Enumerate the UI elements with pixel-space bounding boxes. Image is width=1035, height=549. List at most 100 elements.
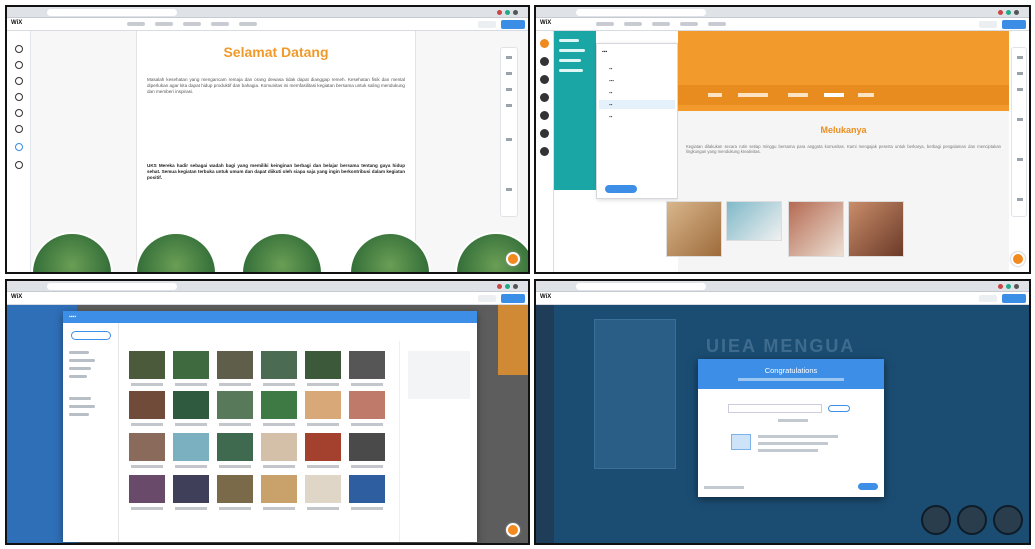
sidebar-link[interactable]	[69, 405, 95, 408]
gallery-photo[interactable]	[455, 232, 528, 272]
done-button[interactable]	[858, 483, 878, 490]
publish-button[interactable]	[1002, 294, 1026, 303]
menus-pages-icon[interactable]	[540, 39, 549, 48]
sidebar-link[interactable]	[69, 359, 95, 362]
media-thumbnail[interactable]	[349, 351, 385, 386]
gallery-photo[interactable]	[726, 201, 782, 241]
nav-link[interactable]	[738, 93, 768, 97]
address-bar[interactable]	[576, 9, 706, 16]
menu-item-selected[interactable]: ▪▪	[599, 100, 675, 109]
nav-link[interactable]	[708, 93, 722, 97]
gallery-photo[interactable]	[666, 201, 722, 257]
media-thumbnail[interactable]	[305, 351, 341, 386]
store-icon[interactable]	[540, 147, 549, 156]
media-thumbnail[interactable]	[129, 391, 165, 426]
store-icon[interactable]	[15, 143, 23, 151]
blog-pages-tab[interactable]	[559, 69, 583, 72]
app-market-icon[interactable]	[540, 93, 549, 102]
add-icon[interactable]	[540, 75, 549, 84]
publish-button[interactable]	[501, 20, 525, 29]
media-thumbnail[interactable]	[305, 433, 341, 468]
sidebar-link[interactable]	[69, 397, 91, 400]
sidebar-link[interactable]	[69, 351, 89, 354]
browser-extension-icons[interactable]	[497, 10, 518, 15]
address-bar[interactable]	[47, 283, 177, 290]
nav-link[interactable]	[858, 93, 874, 97]
media-thumbnail[interactable]	[305, 475, 341, 510]
nav-link[interactable]	[788, 93, 808, 97]
dont-show-again-checkbox[interactable]	[704, 486, 744, 489]
gallery-photo[interactable]	[31, 232, 113, 272]
media-thumbnail[interactable]	[129, 351, 165, 386]
chat-icon[interactable]	[15, 161, 23, 169]
view-site-button[interactable]	[828, 405, 850, 412]
nav-link-active[interactable]	[824, 93, 844, 97]
add-page-button[interactable]	[605, 185, 637, 193]
background-icon[interactable]	[15, 61, 23, 69]
media-thumbnail[interactable]	[349, 433, 385, 468]
media-thumbnail[interactable]	[173, 351, 209, 386]
media-thumbnail[interactable]	[261, 433, 297, 468]
gallery-photo[interactable]	[957, 505, 987, 535]
site-url-field[interactable]	[728, 404, 822, 413]
background-icon[interactable]	[540, 57, 549, 66]
media-thumbnail[interactable]	[217, 475, 253, 510]
browser-extension-icons[interactable]	[497, 284, 518, 289]
gallery-photo[interactable]	[848, 201, 904, 257]
menu-item[interactable]: ▪▪	[599, 88, 675, 97]
browser-extension-icons[interactable]	[998, 10, 1019, 15]
media-thumbnail[interactable]	[305, 391, 341, 426]
gallery-photo[interactable]	[241, 232, 323, 272]
help-chat-button[interactable]	[506, 252, 520, 266]
media-thumbnail[interactable]	[261, 351, 297, 386]
blog-icon[interactable]	[15, 125, 23, 133]
preview-button[interactable]	[979, 21, 997, 28]
menu-item[interactable]: ▪▪▪	[599, 76, 675, 85]
help-chat-button[interactable]	[506, 523, 520, 537]
publish-button[interactable]	[501, 294, 525, 303]
site-menu-tab[interactable]	[559, 39, 579, 42]
editor-menu[interactable]	[596, 22, 726, 26]
sidebar-link[interactable]	[69, 367, 91, 370]
address-bar[interactable]	[576, 283, 706, 290]
help-chat-button[interactable]	[1011, 252, 1025, 266]
menus-pages-icon[interactable]	[15, 45, 23, 53]
media-thumbnail[interactable]	[173, 391, 209, 426]
media-thumbnail[interactable]	[261, 475, 297, 510]
preview-button[interactable]	[478, 295, 496, 302]
media-thumbnail[interactable]	[173, 433, 209, 468]
gallery-photo[interactable]	[993, 505, 1023, 535]
media-thumbnail[interactable]	[217, 433, 253, 468]
media-thumbnail[interactable]	[261, 391, 297, 426]
browser-extension-icons[interactable]	[998, 284, 1019, 289]
publish-button[interactable]	[1002, 20, 1026, 29]
gallery-photo[interactable]	[921, 505, 951, 535]
sidebar-link[interactable]	[69, 375, 87, 378]
media-thumbnail[interactable]	[217, 351, 253, 386]
zoom-toolbar[interactable]	[1011, 47, 1027, 217]
media-thumbnail[interactable]	[129, 475, 165, 510]
preview-button[interactable]	[478, 21, 496, 28]
zoom-toolbar[interactable]	[500, 47, 518, 217]
media-thumbnail[interactable]	[129, 433, 165, 468]
media-thumbnail[interactable]	[349, 391, 385, 426]
site-pages-tab[interactable]	[559, 49, 585, 52]
sidebar-link[interactable]	[69, 413, 89, 416]
app-market-icon[interactable]	[15, 93, 23, 101]
preview-button[interactable]	[979, 295, 997, 302]
media-icon[interactable]	[540, 111, 549, 120]
media-thumbnail[interactable]	[349, 475, 385, 510]
address-bar[interactable]	[47, 9, 177, 16]
gallery-photo[interactable]	[788, 201, 844, 257]
upload-media-button[interactable]	[71, 331, 111, 340]
menu-item[interactable]: ▪▪	[599, 64, 675, 73]
media-icon[interactable]	[15, 109, 23, 117]
dynamic-pages-tab[interactable]	[559, 59, 581, 62]
media-thumbnail[interactable]	[173, 475, 209, 510]
blog-icon[interactable]	[540, 129, 549, 138]
menu-item[interactable]: ▪▪	[599, 112, 675, 121]
editor-menu[interactable]	[127, 22, 257, 26]
media-thumbnail[interactable]	[217, 391, 253, 426]
gallery-photo[interactable]	[135, 232, 217, 272]
gallery-photo[interactable]	[349, 232, 431, 272]
